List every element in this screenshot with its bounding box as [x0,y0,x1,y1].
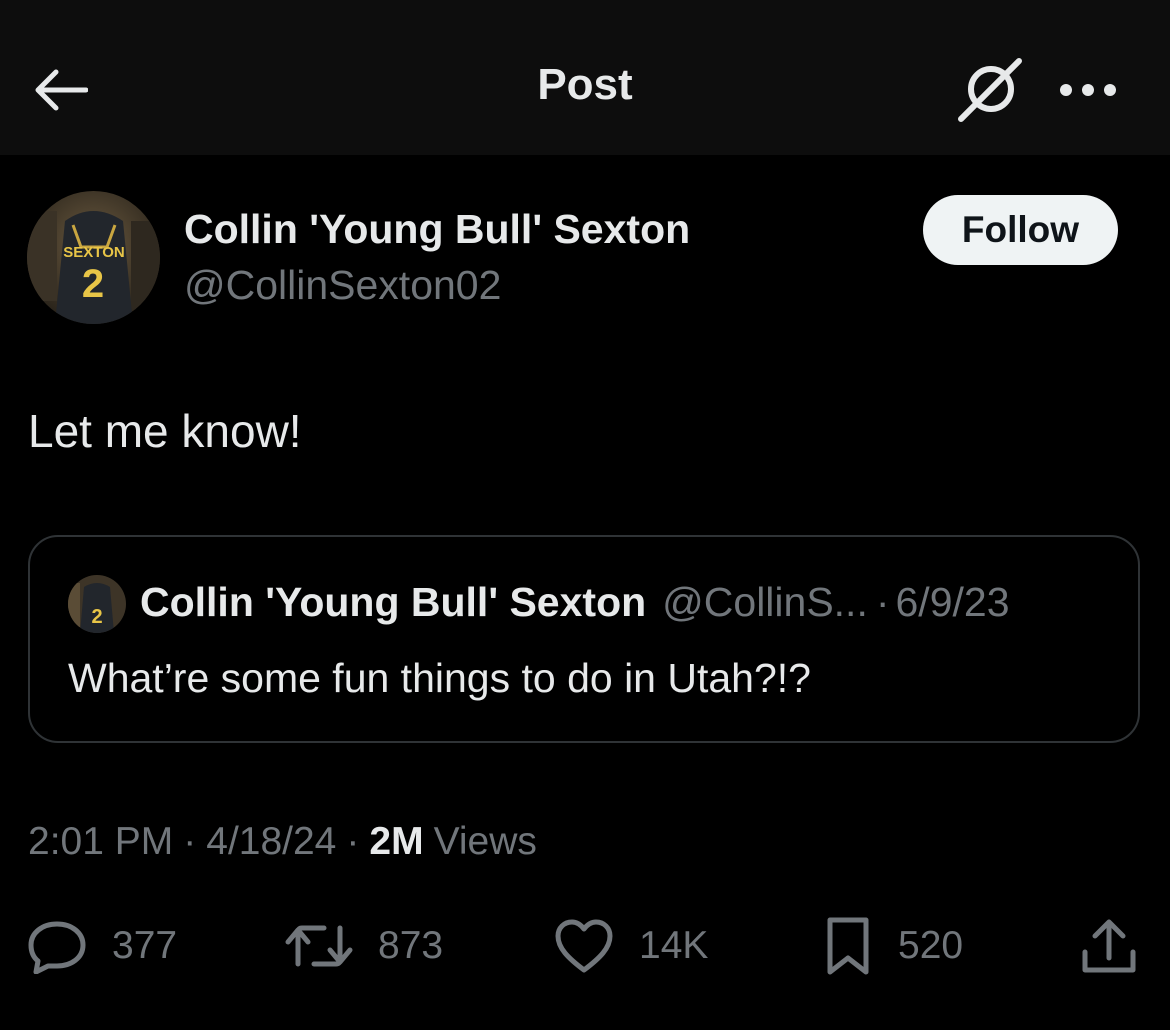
like-button[interactable]: 14K [553,914,708,978]
views-count[interactable]: 2M [369,820,423,864]
post-date[interactable]: 4/18/24 [206,820,336,864]
avatar-jersey-number: 2 [82,262,104,306]
share-icon [1082,919,1136,973]
more-icon [1060,84,1116,96]
bookmark-button[interactable]: 520 [822,914,963,978]
more-options-button[interactable] [1050,56,1126,124]
quoted-post-card[interactable]: 2 Collin 'Young Bull' Sexton @CollinS...… [28,535,1140,743]
post-meta: 2:01 PM · 4/18/24 · 2M Views [28,820,537,864]
follow-button[interactable]: Follow [923,195,1118,265]
quote-avatar-jersey-number: 2 [91,606,102,628]
quote-separator: · [875,579,890,625]
repost-button[interactable]: 873 [284,914,443,978]
quote-text: What’re some fun things to do in Utah?!? [68,655,811,701]
author-handle[interactable]: @CollinSexton02 [184,262,501,309]
heart-icon [555,919,613,973]
views-label: Views [433,820,537,863]
grok-icon [958,58,1022,122]
quote-header: Collin 'Young Bull' Sexton @CollinS... ·… [140,579,1010,626]
quote-author-handle: @CollinS... [662,579,868,625]
reply-icon [28,921,86,974]
top-bar: Post [0,0,1170,155]
bookmark-icon [827,917,869,975]
repost-count: 873 [378,924,444,967]
share-button[interactable] [1078,914,1140,978]
post-text: Let me know! [28,405,302,457]
post-time[interactable]: 2:01 PM [28,820,173,864]
meta-separator: · [346,820,360,863]
bookmark-count: 520 [898,924,964,967]
repost-icon [285,925,353,967]
quote-author-name: Collin 'Young Bull' Sexton [140,579,647,625]
author-avatar[interactable]: SEXTON 2 [27,191,160,324]
avatar-jersey-name: SEXTON [63,244,124,261]
quote-avatar[interactable]: 2 [68,575,126,633]
author-name[interactable]: Collin 'Young Bull' Sexton [184,206,690,253]
reply-count: 377 [112,924,178,967]
reply-button[interactable]: 377 [26,914,177,978]
quote-date: 6/9/23 [895,579,1010,625]
like-count: 14K [639,924,709,967]
grok-button[interactable] [952,56,1028,124]
meta-separator: · [183,820,197,863]
